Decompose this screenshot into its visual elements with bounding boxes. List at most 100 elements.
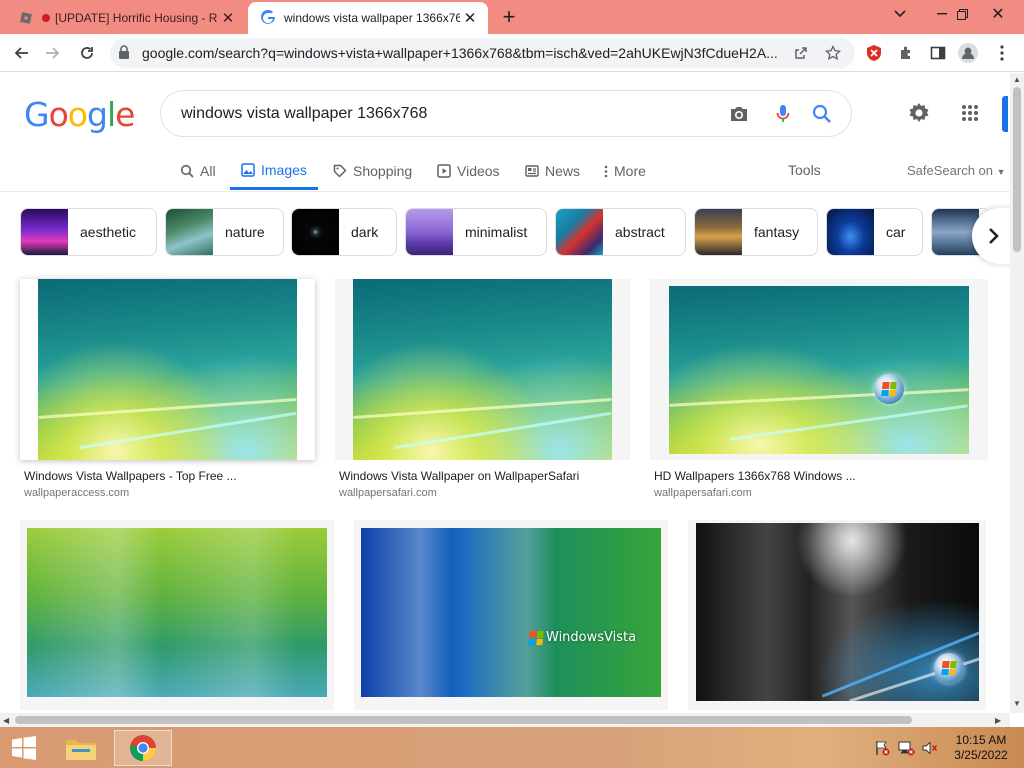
result-image[interactable] — [353, 279, 612, 460]
browser-toolbar: google.com/search?q=windows+vista+wallpa… — [0, 34, 1024, 72]
result-thumbnail-frame[interactable] — [688, 520, 986, 710]
clock-time: 10:15 AM — [955, 733, 1007, 747]
tag-icon — [333, 164, 347, 178]
google-favicon-icon — [260, 10, 276, 26]
tab-all[interactable]: All — [180, 152, 216, 190]
chip-dark[interactable]: dark — [291, 208, 397, 256]
result-image[interactable] — [38, 279, 297, 460]
more-vertical-icon — [604, 165, 608, 178]
address-bar[interactable]: google.com/search?q=windows+vista+wallpa… — [110, 38, 855, 68]
chip-thumbnail — [166, 209, 213, 255]
caret-down-icon: ▼ — [996, 167, 1006, 177]
chip-label: nature — [225, 224, 265, 240]
scroll-left-arrow-icon[interactable]: ◀ — [3, 716, 9, 725]
microphone-icon[interactable] — [772, 103, 794, 125]
tab-images[interactable]: Images — [230, 152, 318, 190]
chip-aesthetic[interactable]: aesthetic — [20, 208, 157, 256]
google-apps-grid-icon[interactable] — [958, 101, 982, 125]
scroll-right-arrow-icon[interactable]: ▶ — [995, 716, 1001, 725]
tab-label: More — [614, 163, 646, 179]
sign-in-button[interactable] — [1002, 96, 1008, 132]
side-panel-icon[interactable] — [928, 43, 948, 63]
restore-button[interactable] — [944, 0, 980, 28]
tab-news[interactable]: News — [525, 152, 580, 190]
tab-shopping[interactable]: Shopping — [333, 152, 412, 190]
chip-thumbnail — [827, 209, 874, 255]
camera-search-icon[interactable] — [728, 103, 750, 125]
search-query[interactable]: windows vista wallpaper 1366x768 — [181, 105, 427, 123]
extensions-puzzle-icon[interactable] — [896, 43, 916, 63]
result-image[interactable] — [696, 523, 979, 701]
windows-taskbar: 10:15 AM 3/25/2022 — [0, 727, 1024, 768]
horizontal-scroll-thumb[interactable] — [15, 716, 912, 724]
chrome-menu-icon[interactable] — [992, 43, 1012, 63]
result-thumbnail-frame[interactable] — [20, 520, 334, 710]
settings-gear-icon[interactable] — [907, 101, 931, 125]
chip-abstract[interactable]: abstract — [555, 208, 686, 256]
result-source[interactable]: wallpapersafari.com — [339, 487, 437, 499]
result-image[interactable]: WindowsVista — [361, 528, 661, 697]
scroll-down-arrow-icon[interactable]: ▼ — [1013, 699, 1021, 708]
volume-muted-icon[interactable] — [920, 730, 940, 766]
result-thumbnail-frame[interactable] — [650, 279, 988, 460]
result-source[interactable]: wallpapersafari.com — [654, 487, 752, 499]
result-thumbnail-frame[interactable]: WindowsVista — [354, 520, 668, 710]
result-thumbnail-frame[interactable] — [20, 279, 315, 460]
result-thumbnail-frame[interactable] — [335, 279, 630, 460]
result-image[interactable] — [669, 286, 969, 454]
browser-tab-active[interactable]: windows vista wallpaper 1366x768 ✕ — [248, 2, 488, 34]
chip-minimalist[interactable]: minimalist — [405, 208, 547, 256]
safesearch-label: SafeSearch on — [907, 163, 994, 178]
search-icon[interactable] — [811, 103, 833, 125]
shield-extension-icon[interactable] — [864, 43, 884, 63]
close-window-button[interactable]: ✕ — [980, 0, 1016, 28]
bookmark-star-icon[interactable] — [824, 44, 842, 62]
tab-more[interactable]: More — [604, 152, 646, 190]
chrome-taskbar-icon[interactable] — [114, 730, 172, 766]
scroll-up-arrow-icon[interactable]: ▲ — [1013, 75, 1021, 84]
tab-videos[interactable]: Videos — [437, 152, 500, 190]
vertical-scroll-thumb[interactable] — [1013, 87, 1021, 252]
forward-button[interactable] — [38, 38, 68, 68]
horizontal-scrollbar[interactable]: ◀ ▶ — [0, 713, 1010, 727]
close-tab-icon[interactable]: ✕ — [218, 8, 238, 28]
safesearch-dropdown[interactable]: SafeSearch on ▼ — [907, 163, 1006, 178]
chip-label: fantasy — [754, 224, 800, 240]
windows-flag-icon — [528, 630, 544, 645]
search-box[interactable]: windows vista wallpaper 1366x768 — [160, 90, 852, 137]
chip-fantasy[interactable]: fantasy — [694, 208, 818, 256]
new-tab-button[interactable]: + — [497, 6, 521, 30]
tools-button[interactable]: Tools — [788, 162, 821, 178]
action-center-flag-icon[interactable] — [872, 730, 892, 766]
tab-label: Shopping — [353, 163, 413, 179]
chip-thumbnail — [556, 209, 603, 255]
file-explorer-icon[interactable] — [60, 730, 102, 766]
start-button[interactable] — [4, 730, 44, 766]
back-button[interactable] — [6, 38, 36, 68]
tab-search-chevron-icon[interactable] — [882, 0, 918, 28]
result-title[interactable]: Windows Vista Wallpapers - Top Free ... — [24, 469, 237, 483]
system-clock[interactable]: 10:15 AM 3/25/2022 — [950, 733, 1012, 763]
tab-title: [UPDATE] Horrific Housing - R — [55, 11, 218, 25]
reload-button[interactable] — [72, 38, 102, 68]
close-tab-icon[interactable]: ✕ — [460, 8, 480, 28]
lock-icon[interactable] — [118, 45, 130, 64]
result-title[interactable]: HD Wallpapers 1366x768 Windows ... — [654, 469, 856, 483]
vertical-scrollbar[interactable]: ▲ ▼ — [1010, 73, 1024, 713]
chip-nature[interactable]: nature — [165, 208, 284, 256]
clock-date: 3/25/2022 — [954, 748, 1008, 762]
share-icon[interactable] — [792, 44, 810, 62]
chip-thumbnail — [21, 209, 68, 255]
google-logo[interactable]: Google — [24, 95, 135, 134]
tab-label: Videos — [457, 163, 500, 179]
profile-avatar-icon[interactable] — [958, 43, 978, 63]
browser-tab-inactive[interactable]: [UPDATE] Horrific Housing - R ✕ — [8, 2, 246, 34]
result-image[interactable] — [27, 528, 327, 697]
vista-logo-text: WindowsVista — [546, 630, 637, 645]
chip-car[interactable]: car — [826, 208, 923, 256]
windows-orb-icon — [874, 374, 904, 404]
result-source[interactable]: wallpaperaccess.com — [24, 487, 129, 499]
result-title[interactable]: Windows Vista Wallpaper on WallpaperSafa… — [339, 469, 579, 483]
url-text[interactable]: google.com/search?q=windows+vista+wallpa… — [142, 45, 782, 61]
network-icon[interactable] — [896, 730, 916, 766]
